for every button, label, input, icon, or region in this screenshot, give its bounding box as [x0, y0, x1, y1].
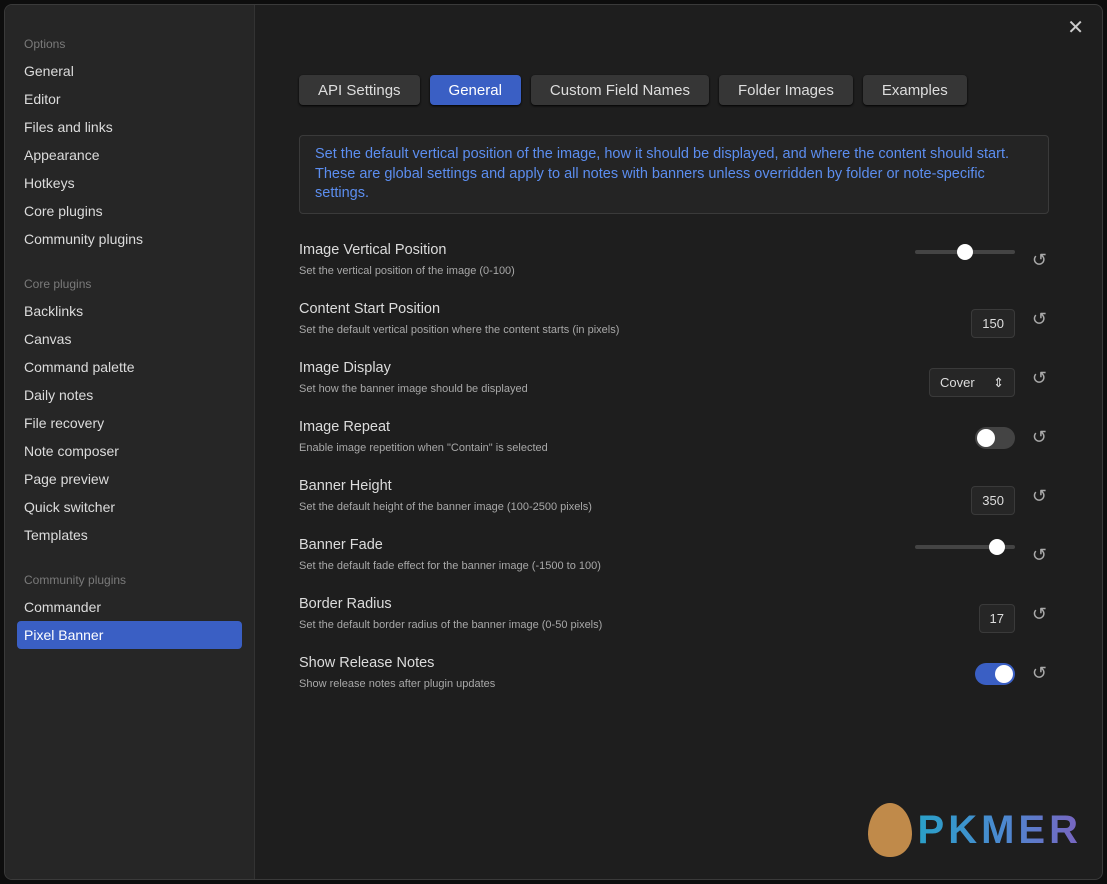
select-value: Cover	[940, 374, 975, 390]
sidebar-item-files-and-links[interactable]: Files and links	[17, 113, 242, 141]
tab-api-settings[interactable]: API Settings	[299, 75, 420, 105]
tab-bar: API Settings General Custom Field Names Fol…	[299, 75, 1102, 105]
setting-description: Set the vertical position of the image (…	[299, 264, 515, 277]
setting-image-repeat: Image Repeat Enable image repetition when…	[299, 415, 1049, 474]
show-release-notes-toggle[interactable]	[975, 662, 1015, 685]
reset-icon[interactable]: ↺	[1032, 663, 1047, 684]
settings-window: Options General Editor Files and links Appea…	[4, 4, 1103, 880]
setting-description: Set the default vertical position where …	[299, 323, 620, 336]
sidebar-item-templates[interactable]: Templates	[17, 521, 242, 549]
setting-name: Banner Height	[299, 477, 392, 494]
sidebar-group: Core plugins Backlinks Canvas Command palet…	[5, 277, 254, 549]
image-repeat-toggle[interactable]	[975, 426, 1015, 449]
tab-custom-field-names[interactable]: Custom Field Names	[530, 75, 709, 105]
reset-icon[interactable]: ↺	[1032, 604, 1047, 625]
sidebar-item-community-plugins[interactable]: Community plugins	[17, 225, 242, 253]
sidebar-item-pixel-banner[interactable]: Pixel Banner	[17, 621, 242, 649]
sidebar-heading: Community plugins	[24, 573, 127, 587]
banner-height-input[interactable]: 350	[971, 485, 1015, 515]
setting-image-vertical-position: Image Vertical Position Set the vertical …	[299, 238, 1049, 297]
reset-icon[interactable]: ↺	[1032, 486, 1047, 507]
setting-image-display: Image Display Set how the banner image sh…	[299, 356, 1049, 415]
slider-thumb[interactable]	[988, 538, 1005, 555]
watermark-text: PKMER	[917, 807, 1082, 852]
chevron-updown-icon: ⇕	[993, 374, 1004, 390]
sidebar-item-appearance[interactable]: Appearance	[17, 141, 242, 169]
setting-content-start-position: Content Start Position Set the default ve…	[299, 297, 1049, 356]
sidebar-item-file-recovery[interactable]: File recovery	[17, 409, 242, 437]
settings-list: Image Vertical Position Set the vertical …	[299, 238, 1102, 710]
sidebar-item-page-preview[interactable]: Page preview	[17, 465, 242, 493]
setting-name: Content Start Position	[299, 300, 441, 317]
reset-icon[interactable]: ↺	[1032, 545, 1047, 566]
info-box: Set the default vertical position of the…	[299, 135, 1049, 214]
sidebar-heading: Options	[24, 37, 66, 51]
tab-general[interactable]: General	[429, 75, 521, 105]
sidebar-group: Options General Editor Files and links Appea…	[5, 37, 254, 253]
sidebar-item-quick-switcher[interactable]: Quick switcher	[17, 493, 242, 521]
setting-name: Banner Fade	[299, 536, 383, 553]
setting-description: Show release notes after plugin updates	[299, 677, 496, 690]
sidebar-item-note-composer[interactable]: Note composer	[17, 437, 242, 465]
tab-folder-images[interactable]: Folder Images	[718, 75, 853, 105]
close-icon[interactable]: ✕	[1067, 15, 1084, 40]
sidebar-item-hotkeys[interactable]: Hotkeys	[17, 169, 242, 197]
setting-name: Image Vertical Position	[299, 241, 447, 258]
content-start-position-input[interactable]: 150	[971, 308, 1015, 338]
tab-examples[interactable]: Examples	[862, 75, 967, 105]
sidebar-item-core-plugins[interactable]: Core plugins	[17, 197, 242, 225]
setting-banner-height: Banner Height Set the default height of t…	[299, 474, 1049, 533]
setting-description: Set the default height of the banner ima…	[299, 500, 592, 513]
reset-icon[interactable]: ↺	[1032, 309, 1047, 330]
reset-icon[interactable]: ↺	[1032, 368, 1047, 389]
setting-border-radius: Border Radius Set the default border radi…	[299, 592, 1049, 651]
sidebar-item-commander[interactable]: Commander	[17, 593, 242, 621]
image-vertical-position-slider[interactable]	[915, 243, 1015, 260]
border-radius-input[interactable]: 17	[978, 603, 1015, 633]
sidebar-item-daily-notes[interactable]: Daily notes	[17, 381, 242, 409]
setting-name: Show Release Notes	[299, 654, 435, 671]
sidebar-group: Community plugins Commander Pixel Banner	[5, 573, 254, 649]
sidebar: Options General Editor Files and links Appea…	[5, 5, 255, 879]
sidebar-item-command-palette[interactable]: Command palette	[17, 353, 242, 381]
setting-banner-fade: Banner Fade Set the default fade effect f…	[299, 533, 1049, 592]
setting-description: Set the default border radius of the ban…	[299, 618, 603, 631]
sidebar-heading: Core plugins	[24, 277, 92, 291]
sidebar-item-general[interactable]: General	[17, 57, 242, 85]
sidebar-item-editor[interactable]: Editor	[17, 85, 242, 113]
reset-icon[interactable]: ↺	[1032, 250, 1047, 271]
setting-show-release-notes: Show Release Notes Show release notes aft…	[299, 651, 1049, 710]
setting-name: Border Radius	[299, 595, 392, 612]
main-panel: ✕ API Settings General Custom Field Names F…	[255, 5, 1102, 879]
setting-name: Image Repeat	[299, 418, 391, 435]
image-display-select[interactable]: Cover ⇕	[929, 367, 1015, 397]
egg-logo-icon	[867, 803, 912, 857]
slider-thumb[interactable]	[957, 243, 973, 260]
banner-fade-slider[interactable]	[915, 538, 1015, 555]
pkmer-watermark: PKMER	[867, 803, 1082, 857]
sidebar-item-backlinks[interactable]: Backlinks	[17, 297, 242, 325]
setting-description: Enable image repetition when "Contain" i…	[299, 441, 548, 454]
setting-description: Set the default fade effect for the bann…	[299, 559, 601, 572]
sidebar-item-canvas[interactable]: Canvas	[17, 325, 242, 353]
reset-icon[interactable]: ↺	[1032, 427, 1047, 448]
